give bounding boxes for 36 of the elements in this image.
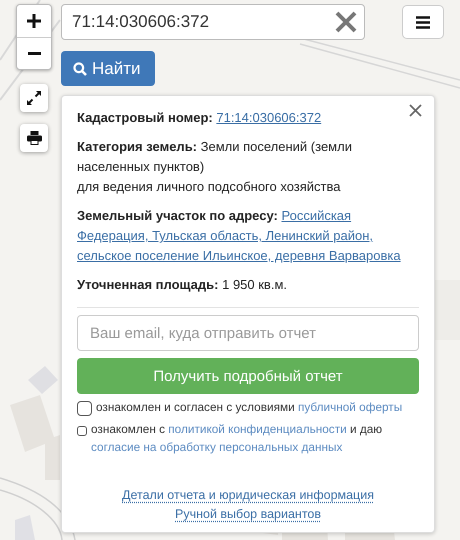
address-link[interactable]: Федерация, Тульская область, Ленинский район, — [77, 228, 374, 243]
close-icon — [335, 11, 357, 33]
print-button[interactable] — [20, 124, 48, 152]
agreement-link[interactable]: публичной оферты — [298, 400, 402, 414]
zoom-out-button[interactable] — [17, 37, 51, 69]
footer-link[interactable]: Детали отчета и юридическая информация — [122, 486, 374, 505]
search-icon — [73, 62, 87, 76]
menu-icon — [416, 16, 430, 28]
printer-icon — [26, 131, 42, 145]
usage-text: для ведения личного подсобного хозяйства — [77, 178, 342, 196]
clear-button[interactable] — [335, 11, 357, 33]
checkbox[interactable] — [77, 401, 92, 416]
agreement-text: ознакомлен и согласен с условиями публичной оферты — [96, 399, 402, 416]
area-text: Уточненная площадь: 1 950 кв.м. — [77, 276, 288, 294]
checkbox[interactable] — [77, 426, 87, 436]
field-label: Кадастровый номер: — [77, 110, 213, 125]
field-label: Земельный участок по адресу: — [77, 208, 278, 223]
close-button[interactable] — [409, 104, 422, 117]
category-text: Категория земель: Земли поселений (земли населенных пунктов) — [77, 138, 353, 176]
close-icon — [409, 104, 422, 117]
zoom-in-button[interactable] — [17, 5, 51, 37]
cadastral-link[interactable]: 71:14:030606:372 — [216, 110, 322, 125]
minus-icon — [28, 52, 40, 55]
expand-arrows-icon — [27, 91, 41, 105]
address-link[interactable]: сельское поселение Ильинское, деревня Варваровка — [77, 248, 401, 263]
find-button[interactable]: Найти — [61, 51, 155, 86]
search-field[interactable]: 71:14:030606:372 — [61, 4, 365, 40]
fullscreen-button[interactable] — [20, 84, 48, 112]
agreement-link[interactable]: согласие на обработку персональных данных — [91, 440, 342, 454]
email-field[interactable]: Ваш email, куда отправить отчет — [77, 315, 419, 351]
menu-button[interactable] — [402, 5, 444, 39]
address-link[interactable]: Российская — [281, 208, 352, 223]
footer-link[interactable]: Ручной выбор вариантов — [175, 505, 321, 524]
agreement-text: ознакомлен с политикой конфиденциальности и даю согласие на обработку персональных данных — [91, 421, 384, 456]
plus-icon — [27, 14, 41, 28]
agreement-link[interactable]: политикой конфиденциальности — [168, 422, 347, 436]
